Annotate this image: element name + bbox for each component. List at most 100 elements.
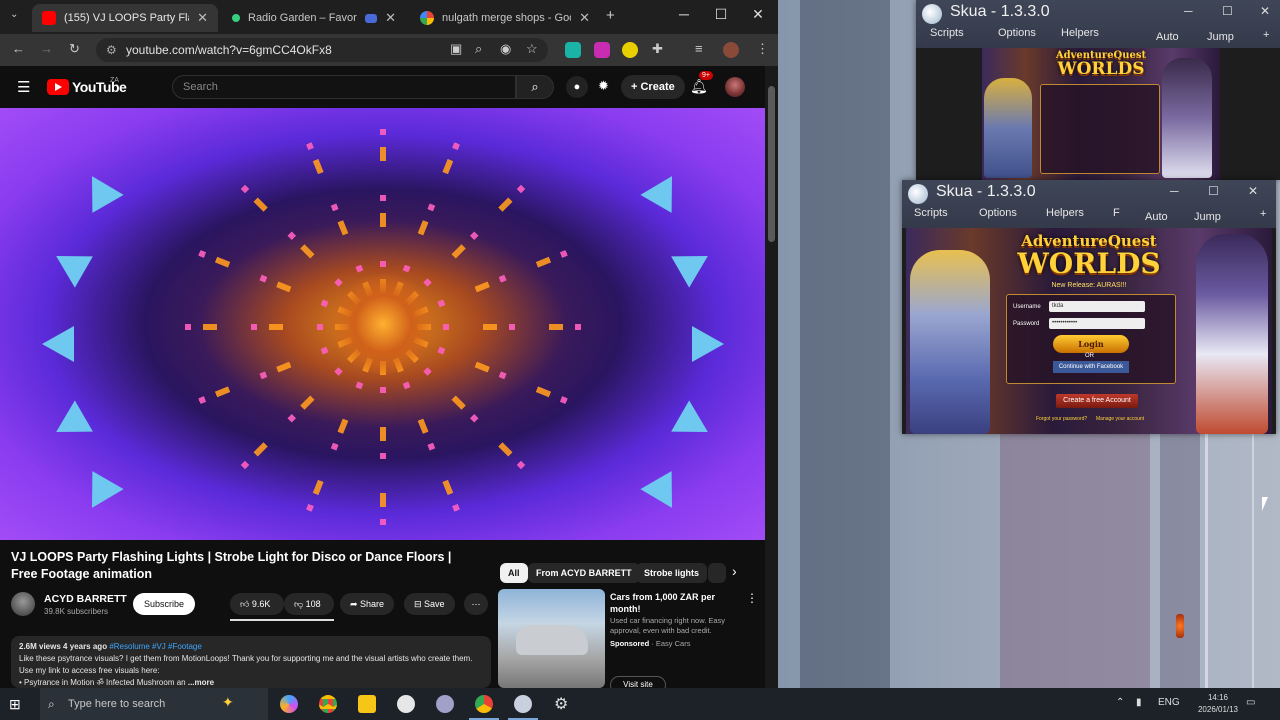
- bookmark-star-icon[interactable]: ☆: [526, 41, 538, 57]
- close-icon[interactable]: ✕: [385, 10, 396, 26]
- menu-jump[interactable]: Jump: [1207, 31, 1234, 43]
- game-viewport[interactable]: AdventureQuest WORLDS New Release: AURAS…: [906, 228, 1272, 434]
- password-field[interactable]: ••••••••••••: [1049, 318, 1145, 329]
- forgot-password-link[interactable]: Forgot your password?: [1036, 416, 1087, 422]
- username-field[interactable]: tkda: [1049, 301, 1145, 312]
- chip-strobe-lights[interactable]: Strobe lights: [636, 563, 708, 583]
- chrome-running-icon[interactable]: [469, 695, 499, 720]
- maximize-icon[interactable]: ☐: [1208, 184, 1219, 198]
- close-icon[interactable]: ✕: [1260, 4, 1270, 18]
- notifications-icon[interactable]: ▭: [1246, 697, 1255, 708]
- menu-jump[interactable]: Jump: [1194, 211, 1221, 223]
- show-hidden-icons-icon[interactable]: ⌃: [1116, 697, 1124, 708]
- skua-window-active[interactable]: Skua - 1.3.3.0 ─ ☐ ✕ Scripts Options Hel…: [902, 180, 1276, 434]
- menu-auto[interactable]: Auto: [1156, 31, 1179, 43]
- media-control-icon[interactable]: ≡: [695, 41, 703, 56]
- close-icon[interactable]: ✕: [579, 10, 590, 26]
- chevron-right-icon[interactable]: ›: [732, 563, 737, 579]
- windows-start-icon[interactable]: ⊞: [9, 696, 21, 713]
- menu-scripts[interactable]: Scripts: [914, 207, 948, 219]
- like-button[interactable]: 👍︎ 9.6K: [230, 593, 284, 615]
- zoom-icon[interactable]: ⌕: [475, 41, 482, 57]
- share-button[interactable]: ➦ Share: [340, 593, 395, 615]
- maximize-icon[interactable]: ☐: [703, 6, 739, 23]
- hashtags[interactable]: #Resolume #VJ #Footage: [109, 642, 202, 651]
- search-icon[interactable]: ⌕: [516, 75, 554, 99]
- extension-icon[interactable]: [622, 42, 638, 58]
- menu-plus[interactable]: +: [1260, 208, 1266, 220]
- tab-google[interactable]: nulgath merge shops - Google ✕: [410, 4, 600, 32]
- minimize-icon[interactable]: ─: [666, 6, 702, 22]
- video-player[interactable]: [0, 108, 765, 540]
- visit-site-button[interactable]: Visit site: [610, 676, 666, 688]
- profile-avatar-icon[interactable]: [723, 42, 739, 58]
- ad-menu-icon[interactable]: ⋮: [746, 591, 758, 605]
- chip-partial[interactable]: [708, 563, 726, 583]
- eye-slash-icon[interactable]: ◉: [500, 41, 511, 57]
- extension-icon[interactable]: [594, 42, 610, 58]
- account-avatar[interactable]: [725, 77, 745, 97]
- close-icon[interactable]: ✕: [197, 10, 208, 26]
- subscribe-button[interactable]: Subscribe: [133, 593, 195, 615]
- facebook-login-button[interactable]: Continue with Facebook: [1053, 361, 1129, 373]
- menu-plus[interactable]: +: [1263, 29, 1269, 41]
- menu-options[interactable]: Options: [979, 207, 1017, 219]
- scrollbar-thumb[interactable]: [768, 86, 775, 242]
- puzzle-icon[interactable]: ✚: [652, 41, 663, 57]
- menu-scripts[interactable]: Scripts: [930, 27, 964, 39]
- forward-icon[interactable]: →: [40, 41, 53, 56]
- channel-name[interactable]: ACYD BARRETT: [44, 593, 127, 605]
- skua-titlebar[interactable]: Skua - 1.3.3.0 ─ ☐ ✕ Scripts Options Hel…: [916, 0, 1280, 48]
- page-scrollbar[interactable]: [765, 66, 778, 688]
- install-app-icon[interactable]: ▣: [450, 41, 462, 57]
- maximize-icon[interactable]: ☐: [1222, 4, 1233, 18]
- new-tab-button[interactable]: +: [606, 7, 615, 24]
- copilot-icon[interactable]: [280, 695, 298, 713]
- search-input[interactable]: Search: [172, 75, 516, 99]
- more-actions-icon[interactable]: ⋯: [464, 593, 488, 615]
- menu-helpers[interactable]: Helpers: [1046, 207, 1084, 219]
- media-playing-icon[interactable]: [365, 13, 378, 23]
- kebab-menu-icon[interactable]: ⋮: [756, 41, 769, 57]
- reload-icon[interactable]: ↻: [69, 41, 80, 57]
- tab-radio-garden[interactable]: Radio Garden – Favorites ✕: [222, 4, 406, 32]
- youtube-logo-icon[interactable]: [47, 79, 69, 95]
- minimize-icon[interactable]: ─: [1170, 184, 1179, 198]
- create-button[interactable]: + Create: [621, 75, 685, 99]
- login-button[interactable]: Login: [1053, 335, 1129, 353]
- channel-avatar[interactable]: [11, 592, 35, 616]
- ad-title[interactable]: Cars from 1,000 ZAR per month!: [610, 591, 740, 615]
- menu-helpers[interactable]: Helpers: [1061, 27, 1099, 39]
- close-window-icon[interactable]: ✕: [740, 6, 776, 23]
- chip-all[interactable]: All: [500, 563, 528, 583]
- menu-options[interactable]: Options: [998, 27, 1036, 39]
- menu-auto[interactable]: Auto: [1145, 211, 1168, 223]
- chip-from-channel[interactable]: From ACYD BARRETT: [528, 563, 640, 583]
- microphone-icon[interactable]: ●: [566, 76, 588, 98]
- description-box[interactable]: 2.6M views 4 years ago #Resolume #VJ #Fo…: [11, 636, 491, 688]
- app-icon[interactable]: [436, 695, 454, 713]
- system-clock[interactable]: 14:16 2026/01/13: [1196, 692, 1240, 716]
- hamburger-menu-icon[interactable]: ☰: [17, 78, 30, 96]
- close-icon[interactable]: ✕: [1248, 184, 1258, 198]
- skua-titlebar[interactable]: Skua - 1.3.3.0 ─ ☐ ✕ Scripts Options Hel…: [902, 180, 1276, 228]
- chrome-icon[interactable]: [319, 695, 337, 713]
- sparkle-icon[interactable]: ✦: [222, 694, 234, 711]
- manage-account-link[interactable]: Manage your account: [1096, 416, 1144, 422]
- file-explorer-icon[interactable]: [358, 695, 376, 713]
- extension-icon[interactable]: [565, 42, 581, 58]
- menu-partial[interactable]: F: [1113, 207, 1120, 219]
- tab-search-icon[interactable]: ⌄: [10, 9, 18, 20]
- network-icon[interactable]: ▮: [1136, 697, 1142, 708]
- tab-youtube[interactable]: (155) VJ LOOPS Party Flashing L ✕: [32, 4, 218, 32]
- dislike-button[interactable]: 👎︎ 108: [284, 593, 334, 615]
- create-account-button[interactable]: Create a free Account: [1056, 394, 1138, 408]
- extension-gear-icon[interactable]: ✹: [598, 78, 609, 94]
- settings-icon[interactable]: ⚙: [554, 694, 568, 714]
- more-link[interactable]: ...more: [188, 678, 214, 687]
- back-icon[interactable]: ←: [12, 41, 25, 56]
- skua-taskbar-icon[interactable]: [508, 695, 538, 720]
- game-viewport[interactable]: AdventureQuest WORLDS: [982, 48, 1220, 180]
- minimize-icon[interactable]: ─: [1184, 4, 1193, 18]
- site-info-icon[interactable]: ⚙: [106, 38, 117, 62]
